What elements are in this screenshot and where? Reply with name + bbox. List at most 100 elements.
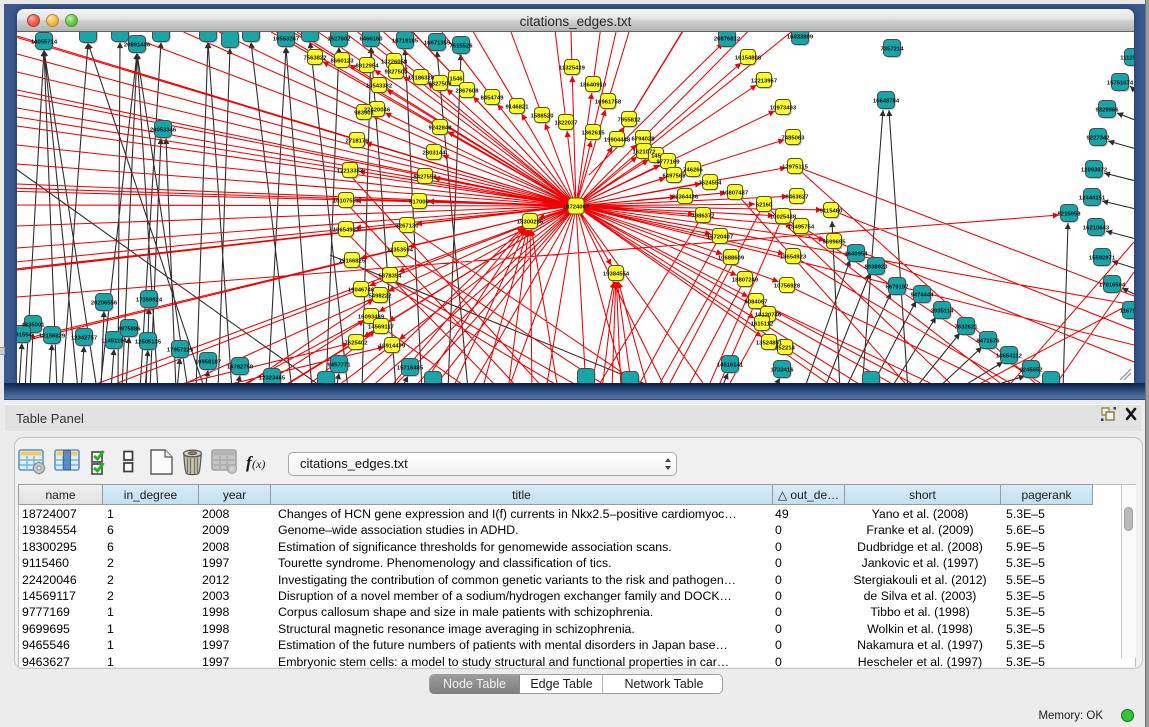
- svg-text:15716485: 15716485: [397, 366, 424, 372]
- svg-text:15720407: 15720407: [707, 235, 734, 241]
- svg-text:9084067: 9084067: [745, 300, 769, 306]
- svg-text:12505135: 12505135: [135, 340, 162, 346]
- svg-text:20891406: 20891406: [124, 43, 151, 49]
- svg-text:20876812: 20876812: [714, 37, 741, 43]
- svg-text:13226058: 13226058: [381, 60, 408, 66]
- svg-text:9146821: 9146821: [506, 105, 530, 111]
- svg-text:6466160: 6466160: [360, 37, 384, 43]
- svg-text:11451194: 11451194: [101, 339, 127, 345]
- svg-text:8912954: 8912954: [356, 64, 380, 70]
- svg-text:7485063: 7485063: [782, 136, 806, 142]
- svg-text:16120746: 16120746: [755, 313, 782, 319]
- svg-text:14055714: 14055714: [31, 40, 58, 46]
- svg-text:1322037: 1322037: [555, 121, 579, 127]
- svg-text:2803144: 2803144: [423, 151, 447, 157]
- svg-text:19654923: 19654923: [780, 255, 807, 261]
- svg-text:17957225: 17957225: [167, 348, 194, 354]
- svg-text:5498222: 5498222: [369, 294, 393, 300]
- svg-text:7955812: 7955812: [618, 118, 642, 124]
- svg-text:20053346: 20053346: [150, 128, 177, 134]
- svg-text:1527602: 1527602: [328, 37, 352, 43]
- svg-text:18724007: 18724007: [563, 205, 590, 211]
- svg-text:9327503: 9327503: [385, 70, 409, 76]
- svg-text:18640910: 18640910: [580, 83, 607, 89]
- svg-text:7632621: 7632621: [955, 325, 979, 331]
- svg-text:8471676: 8471676: [977, 339, 1001, 345]
- svg-text:9227342: 9227342: [1087, 136, 1111, 142]
- svg-text:9463627: 9463627: [786, 195, 810, 201]
- svg-text:391554: 391554: [17, 333, 33, 339]
- svg-text:8427552: 8427552: [414, 175, 438, 181]
- svg-text:10107553: 10107553: [333, 199, 360, 205]
- svg-text:10688609: 10688609: [718, 256, 745, 262]
- svg-text:6794028: 6794028: [632, 137, 656, 143]
- svg-text:9777169: 9777169: [657, 160, 681, 166]
- svg-text:1588520: 1588520: [531, 114, 555, 120]
- svg-text:252214: 252214: [775, 346, 795, 352]
- svg-text:12213383: 12213383: [337, 169, 364, 175]
- svg-text:8938923: 8938923: [865, 265, 889, 271]
- svg-text:1546: 1546: [449, 77, 463, 83]
- svg-text:11325419: 11325419: [559, 66, 586, 72]
- svg-text:9115460: 9115460: [820, 209, 843, 215]
- svg-text:9245652: 9245652: [1020, 368, 1044, 374]
- svg-text:12323465: 12323465: [259, 376, 286, 382]
- svg-text:16648784: 16648784: [873, 99, 900, 105]
- svg-text:7625402: 7625402: [345, 341, 369, 347]
- svg-text:1733416: 1733416: [771, 368, 795, 374]
- svg-text:16671355: 16671355: [424, 41, 451, 47]
- svg-text:9699695: 9699695: [823, 240, 847, 246]
- svg-text:14516141: 14516141: [717, 363, 744, 369]
- svg-text:9242848: 9242848: [429, 126, 453, 132]
- svg-text:2867608: 2867608: [456, 89, 480, 95]
- svg-text:62160: 62160: [756, 203, 773, 209]
- svg-text:12342757: 12342757: [71, 336, 98, 342]
- svg-text:6497568: 6497568: [663, 174, 687, 180]
- svg-text:1167533: 1167533: [1120, 309, 1134, 315]
- svg-text:2718176: 2718176: [346, 139, 370, 145]
- svg-text:8454749: 8454749: [481, 96, 505, 102]
- svg-text:14569117: 14569117: [368, 325, 395, 331]
- svg-text:1615112: 1615112: [751, 322, 774, 328]
- svg-text:1640954: 1640954: [845, 252, 869, 258]
- svg-text:11125419: 11125419: [1120, 56, 1134, 62]
- svg-text:11353594: 11353594: [387, 248, 414, 254]
- svg-text:9457771: 9457771: [328, 363, 352, 369]
- svg-text:1362615: 1362615: [582, 131, 606, 137]
- svg-text:18495754: 18495754: [788, 225, 815, 231]
- svg-text:16093489: 16093489: [358, 315, 385, 321]
- svg-text:12093872: 12093872: [1081, 168, 1108, 174]
- svg-text:3624554: 3624554: [699, 181, 723, 187]
- svg-text:4835001: 4835001: [22, 323, 46, 329]
- svg-text:16961758: 16961758: [595, 100, 622, 106]
- svg-text:9474444: 9474444: [911, 293, 935, 299]
- svg-text:7357214: 7357214: [881, 47, 905, 53]
- svg-text:17359924: 17359924: [136, 298, 163, 304]
- svg-text:16210643: 16210643: [1083, 226, 1110, 232]
- svg-text:746266: 746266: [683, 168, 703, 174]
- svg-text:8215958: 8215958: [1058, 212, 1082, 218]
- svg-text:19384554: 19384554: [603, 272, 630, 278]
- svg-text:7563822: 7563822: [304, 56, 328, 62]
- svg-text:10807487: 10807487: [722, 191, 749, 197]
- svg-text:15592971: 15592971: [1089, 256, 1116, 262]
- svg-text:2935114: 2935114: [931, 309, 954, 315]
- svg-text:12975115: 12975115: [782, 165, 809, 171]
- svg-text:3267130: 3267130: [396, 224, 420, 230]
- svg-text:817006: 817006: [409, 200, 429, 206]
- svg-text:6679197: 6679197: [886, 285, 910, 291]
- svg-text:8660123: 8660123: [331, 59, 355, 65]
- svg-text:15751074: 15751074: [1107, 81, 1134, 87]
- svg-text:5878354: 5878354: [379, 274, 403, 280]
- svg-text:18300295: 18300295: [517, 220, 544, 226]
- svg-text:9329966: 9329966: [1096, 108, 1120, 114]
- svg-text:983901: 983901: [354, 111, 374, 117]
- svg-text:10654983: 10654983: [333, 228, 360, 234]
- svg-text:7986372: 7986372: [692, 214, 716, 220]
- svg-text:21364436: 21364436: [672, 195, 699, 201]
- svg-text:10756928: 10756928: [774, 284, 801, 290]
- svg-text:16782759: 16782759: [227, 365, 254, 371]
- svg-text:10543382: 10543382: [366, 84, 393, 90]
- svg-text:16914479: 16914479: [379, 344, 406, 350]
- svg-text:19904448: 19904448: [604, 138, 631, 144]
